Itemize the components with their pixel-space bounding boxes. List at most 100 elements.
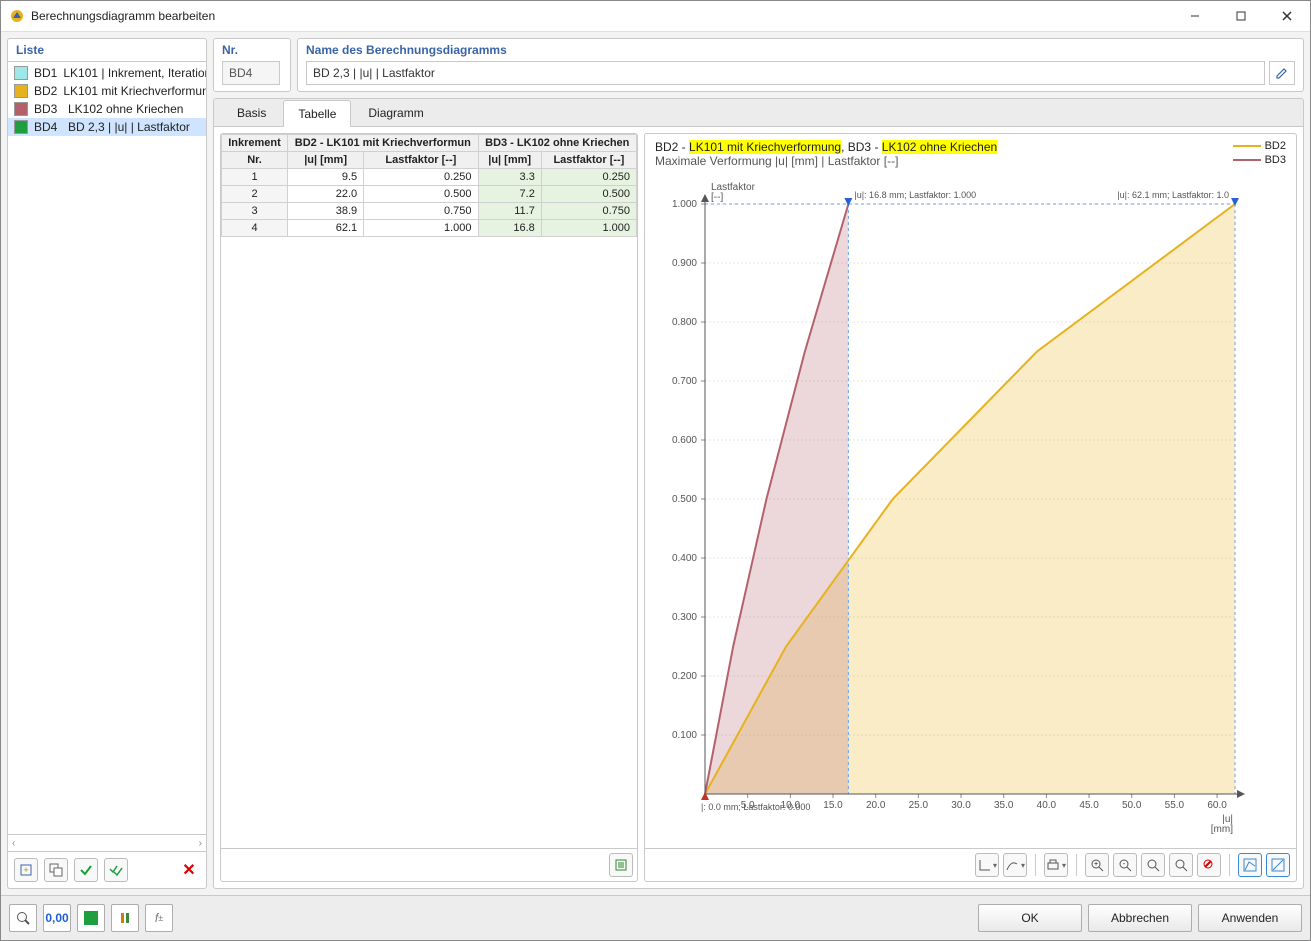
tools-button[interactable] — [111, 904, 139, 932]
svg-text:|u|: 16.8 mm; Lastfaktor: 1.00: |u|: 16.8 mm; Lastfaktor: 1.000 — [854, 190, 976, 200]
nr-value: BD4 — [222, 61, 280, 85]
client-area: Liste BD1 LK101 | Inkrement, Iteration |… — [1, 32, 1310, 895]
sidebar-item[interactable]: BD4 BD 2,3 | |u| | Lastfaktor — [8, 118, 206, 136]
view-mode-2-button[interactable] — [1266, 853, 1290, 877]
legend-item: BD3 — [1233, 154, 1286, 166]
sidebar-scrollbar[interactable]: ‹› — [8, 834, 206, 851]
axes-button[interactable]: ▾ — [975, 853, 999, 877]
svg-text:[mm]: [mm] — [1211, 824, 1233, 835]
sidebar-item-id: BD4 — [34, 120, 62, 134]
svg-text:-: - — [1123, 861, 1126, 868]
minimize-button[interactable] — [1172, 1, 1218, 31]
cell-nr[interactable]: 3 — [222, 203, 288, 220]
chart-subtitle: Maximale Verformung |u| [mm] | Lastfakto… — [655, 154, 1286, 168]
sidebar-item[interactable]: BD3 LK102 ohne Kriechen — [8, 100, 206, 118]
cell[interactable]: 62.1 — [288, 220, 364, 237]
cell[interactable]: 11.7 — [478, 203, 541, 220]
pan-button[interactable] — [1169, 853, 1193, 877]
cell[interactable]: 1.000 — [364, 220, 478, 237]
edit-name-button[interactable] — [1269, 61, 1295, 85]
tab-tabelle[interactable]: Tabelle — [283, 100, 351, 127]
cell[interactable]: 0.250 — [541, 169, 636, 186]
cell-nr[interactable]: 1 — [222, 169, 288, 186]
svg-text:+: + — [1094, 861, 1098, 868]
col-increment-bot[interactable]: Nr. — [222, 152, 288, 169]
curve-button[interactable]: ▾ — [1003, 853, 1027, 877]
check-button[interactable] — [74, 858, 98, 882]
reset-zoom-button[interactable] — [1197, 853, 1221, 877]
table-row[interactable]: 4 62.1 1.000 16.8 1.000 — [222, 220, 637, 237]
tab-bar: Basis Tabelle Diagramm — [214, 99, 1303, 127]
zoom-window-button[interactable] — [1141, 853, 1165, 877]
color-button[interactable] — [77, 904, 105, 932]
export-table-button[interactable] — [609, 853, 633, 877]
cell[interactable]: 0.750 — [364, 203, 478, 220]
chart-svg[interactable]: 0.1000.2000.3000.4000.5000.6000.7000.800… — [655, 174, 1255, 844]
chart-panel: BD2 - LK101 mit Kriechverformung, BD3 - … — [644, 133, 1297, 882]
tab-diagramm[interactable]: Diagramm — [353, 99, 438, 126]
sidebar-list[interactable]: BD1 LK101 | Inkrement, Iteration | BD2 L… — [8, 62, 206, 834]
legend-item: BD2 — [1233, 140, 1286, 152]
chart-title-part: , BD3 - — [841, 140, 882, 154]
print-button[interactable]: ▾ — [1044, 853, 1068, 877]
cell[interactable]: 0.500 — [541, 186, 636, 203]
sidebar-item-label: BD 2,3 | |u| | Lastfaktor — [68, 120, 190, 134]
col-increment-top[interactable]: Inkrement — [222, 135, 288, 152]
svg-text:[--]: [--] — [711, 192, 723, 203]
chart-canvas[interactable]: 0.1000.2000.3000.4000.5000.6000.7000.800… — [645, 168, 1296, 848]
units-button[interactable]: 0,00 — [43, 904, 71, 932]
cell[interactable]: 9.5 — [288, 169, 364, 186]
apply-button[interactable]: Anwenden — [1198, 904, 1302, 932]
col-bd3-lf[interactable]: Lastfaktor [--] — [541, 152, 636, 169]
chart-title-part: LK101 mit Kriechverformung — [689, 140, 841, 154]
cell[interactable]: 16.8 — [478, 220, 541, 237]
close-button[interactable] — [1264, 1, 1310, 31]
help-button[interactable] — [9, 904, 37, 932]
copy-item-button[interactable] — [44, 858, 68, 882]
separator — [1035, 854, 1036, 876]
cancel-button[interactable]: Abbrechen — [1088, 904, 1192, 932]
name-input[interactable]: BD 2,3 | |u| | Lastfaktor — [306, 61, 1265, 85]
table-row[interactable]: 2 22.0 0.500 7.2 0.500 — [222, 186, 637, 203]
sidebar-item-id: BD1 — [34, 66, 57, 80]
sidebar-item[interactable]: BD2 LK101 mit Kriechverformung — [8, 82, 206, 100]
check-all-button[interactable] — [104, 858, 128, 882]
cell[interactable]: 0.750 — [541, 203, 636, 220]
zoom-in-button[interactable]: + — [1085, 853, 1109, 877]
new-item-button[interactable]: + — [14, 858, 38, 882]
sidebar-item[interactable]: BD1 LK101 | Inkrement, Iteration | — [8, 64, 206, 82]
zoom-out-button[interactable]: - — [1113, 853, 1137, 877]
table-row[interactable]: 1 9.5 0.250 3.3 0.250 — [222, 169, 637, 186]
maximize-button[interactable] — [1218, 1, 1264, 31]
cell[interactable]: 0.250 — [364, 169, 478, 186]
name-label: Name des Berechnungsdiagramms — [306, 43, 1295, 57]
col-bd2-u[interactable]: |u| [mm] — [288, 152, 364, 169]
table-row[interactable]: 3 38.9 0.750 11.7 0.750 — [222, 203, 637, 220]
svg-text:|: 0.0 mm; Lastfaktor: 0.000: |: 0.0 mm; Lastfaktor: 0.000 — [701, 802, 810, 812]
col-group-bd3[interactable]: BD3 - LK102 ohne Kriechen — [478, 135, 636, 152]
delete-button[interactable]: ✕ — [178, 859, 200, 881]
cell-nr[interactable]: 2 — [222, 186, 288, 203]
view-mode-1-button[interactable] — [1238, 853, 1262, 877]
svg-text:20.0: 20.0 — [866, 800, 886, 811]
cell[interactable]: 38.9 — [288, 203, 364, 220]
data-table[interactable]: Inkrement BD2 - LK101 mit Kriechverformu… — [221, 134, 637, 237]
titlebar: Berechnungsdiagramm bearbeiten — [1, 1, 1310, 32]
svg-text:60.0: 60.0 — [1207, 800, 1227, 811]
cell[interactable]: 0.500 — [364, 186, 478, 203]
ok-button[interactable]: OK — [978, 904, 1082, 932]
table-scroll[interactable]: Inkrement BD2 - LK101 mit Kriechverformu… — [221, 134, 637, 848]
legend-label: BD3 — [1265, 154, 1286, 166]
svg-text:+: + — [23, 865, 28, 875]
cell[interactable]: 3.3 — [478, 169, 541, 186]
chart-title: BD2 - LK101 mit Kriechverformung, BD3 - … — [655, 140, 1286, 154]
cell-nr[interactable]: 4 — [222, 220, 288, 237]
col-bd3-u[interactable]: |u| [mm] — [478, 152, 541, 169]
fx-button[interactable]: f± — [145, 904, 173, 932]
col-bd2-lf[interactable]: Lastfaktor [--] — [364, 152, 478, 169]
tab-basis[interactable]: Basis — [222, 99, 281, 126]
col-group-bd2[interactable]: BD2 - LK101 mit Kriechverformun — [288, 135, 478, 152]
cell[interactable]: 1.000 — [541, 220, 636, 237]
cell[interactable]: 22.0 — [288, 186, 364, 203]
cell[interactable]: 7.2 — [478, 186, 541, 203]
